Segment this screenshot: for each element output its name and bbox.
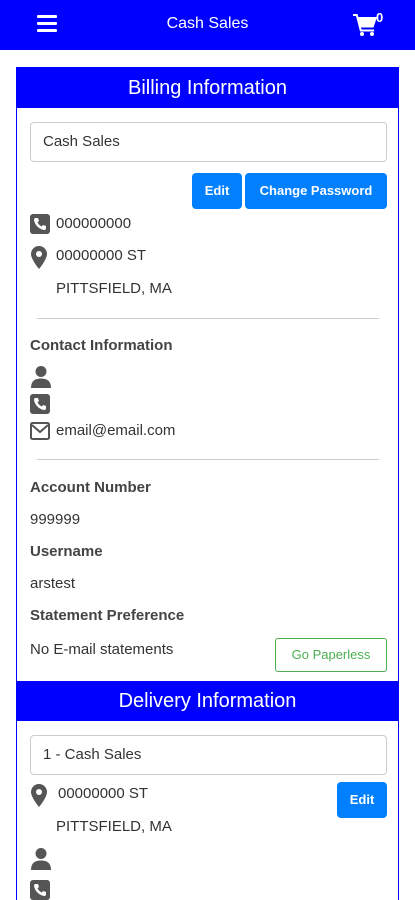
statement-preference-value: No E-mail statements [30, 641, 174, 658]
billing-phone: 000000000 [56, 215, 132, 232]
top-navigation-bar: Cash Sales 0 [0, 0, 415, 50]
contact-email: email@email.com [56, 422, 176, 439]
delivery-location-pin-icon [31, 784, 47, 807]
billing-account-select[interactable]: Cash Sales [30, 122, 387, 162]
username-label: Username [30, 543, 103, 560]
go-paperless-button[interactable]: Go Paperless [275, 638, 387, 672]
username-value: arstest [30, 575, 76, 592]
account-card: Billing Information Cash Sales Edit Chan… [16, 67, 399, 900]
shopping-cart-icon [353, 14, 377, 36]
divider [37, 459, 379, 460]
location-pin-icon [31, 246, 47, 269]
statement-preference-label: Statement Preference [30, 607, 185, 624]
delivery-address-line2: PITTSFIELD, MA [56, 818, 172, 835]
billing-address-line1: 00000000 ST [56, 247, 147, 264]
phone-icon [30, 214, 50, 234]
cart-button[interactable]: 0 [353, 10, 389, 38]
delivery-user-icon [31, 848, 51, 870]
contact-phone-icon [30, 394, 50, 414]
delivery-edit-button[interactable]: Edit [337, 782, 387, 818]
change-password-button[interactable]: Change Password [245, 173, 387, 209]
billing-address-line2: PITTSFIELD, MA [56, 280, 172, 297]
cart-count-badge: 0 [376, 10, 384, 25]
delivery-section-header: Delivery Information [17, 681, 398, 721]
divider [37, 318, 379, 319]
contact-information-heading: Contact Information [30, 337, 173, 354]
user-icon [31, 366, 51, 388]
delivery-address-line1: 00000000 ST [58, 785, 149, 802]
envelope-icon [30, 422, 50, 440]
delivery-phone-icon [30, 880, 50, 900]
billing-edit-button[interactable]: Edit [192, 173, 242, 209]
account-number-value: 999999 [30, 511, 81, 528]
billing-section-header: Billing Information [17, 68, 398, 108]
account-number-label: Account Number [30, 479, 151, 496]
delivery-location-select[interactable]: 1 - Cash Sales [30, 735, 387, 775]
